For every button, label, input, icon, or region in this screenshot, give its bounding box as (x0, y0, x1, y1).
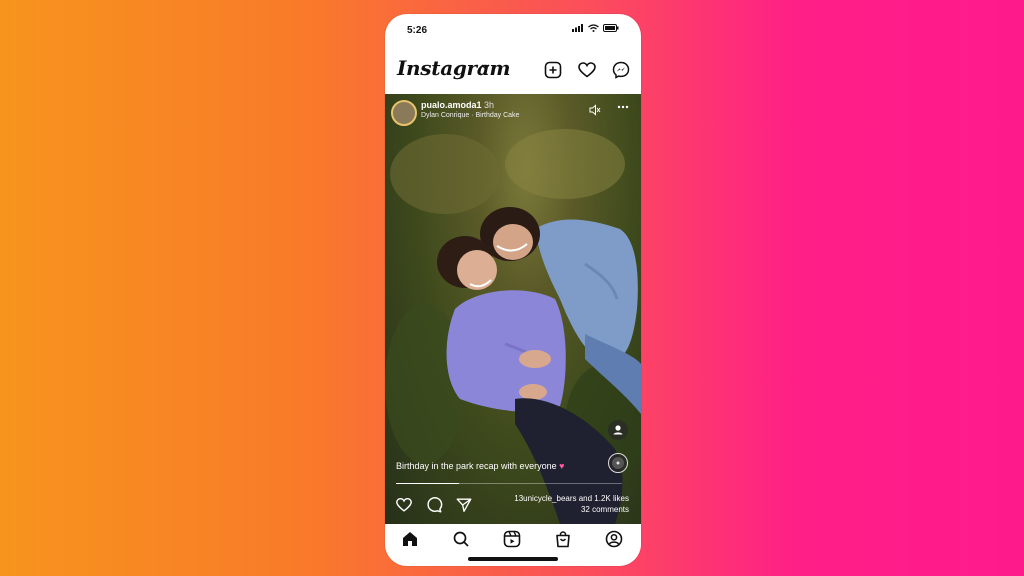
app-background: { "status_bar": { "time": "5:26", "icons… (0, 0, 1024, 576)
reels-icon[interactable] (503, 530, 521, 548)
home-indicator (468, 557, 558, 561)
post-username[interactable]: pualo.amoda1 3h (421, 100, 494, 110)
post-header: pualo.amoda1 3h Dylan Conrique · Birthda… (385, 94, 641, 128)
more-options-icon[interactable] (617, 105, 629, 109)
shop-icon[interactable] (554, 530, 572, 548)
post-time: 3h (484, 100, 495, 110)
battery-icon (603, 24, 619, 32)
caption-text: Birthday in the park recap with everyone (396, 461, 557, 471)
comments-count[interactable]: 32 comments (514, 504, 629, 515)
new-post-icon[interactable] (543, 60, 563, 80)
header-actions (543, 60, 631, 80)
mute-icon[interactable] (589, 104, 601, 116)
likes-count[interactable]: 13unicycle_bears and 1.2K likes (514, 493, 629, 504)
profile-icon[interactable] (605, 530, 623, 548)
music-disc-icon (612, 457, 624, 469)
person-icon (613, 425, 623, 435)
avatar[interactable] (391, 100, 417, 126)
phone-frame: 5:26 Instagram pualo.amoda1 3h Dylan Con… (385, 14, 641, 566)
like-icon[interactable] (395, 496, 413, 514)
search-icon[interactable] (452, 530, 470, 548)
home-icon[interactable] (401, 530, 419, 548)
wifi-icon (588, 24, 599, 32)
audio-track[interactable]: Dylan Conrique · Birthday Cake (421, 112, 519, 119)
tagged-people-button[interactable] (608, 420, 628, 440)
status-icons (572, 24, 619, 32)
post-photo (385, 129, 641, 524)
bottom-tab-bar (385, 524, 641, 566)
comment-icon[interactable] (425, 496, 443, 514)
progress-fill (396, 483, 460, 484)
instagram-logo[interactable]: Instagram (397, 56, 511, 80)
post-stats: 13unicycle_bears and 1.2K likes 32 comme… (514, 493, 629, 515)
username-text[interactable]: pualo.amoda1 (421, 100, 482, 110)
audio-disc-button[interactable] (608, 453, 628, 473)
signal-icon (572, 24, 584, 32)
post-actions (395, 496, 473, 514)
video-progress-bar[interactable] (396, 483, 622, 484)
post-caption: Birthday in the park recap with everyone… (396, 461, 564, 471)
reel-post[interactable]: pualo.amoda1 3h Dylan Conrique · Birthda… (385, 94, 641, 524)
chevron-down-icon[interactable] (481, 64, 490, 70)
caption-heart-emoji: ♥ (559, 461, 565, 471)
heart-icon[interactable] (577, 60, 597, 80)
messenger-icon[interactable] (611, 60, 631, 80)
app-header: Instagram (385, 48, 641, 94)
share-icon[interactable] (455, 496, 473, 514)
status-time: 5:26 (407, 25, 428, 36)
status-bar: 5:26 (385, 14, 641, 48)
